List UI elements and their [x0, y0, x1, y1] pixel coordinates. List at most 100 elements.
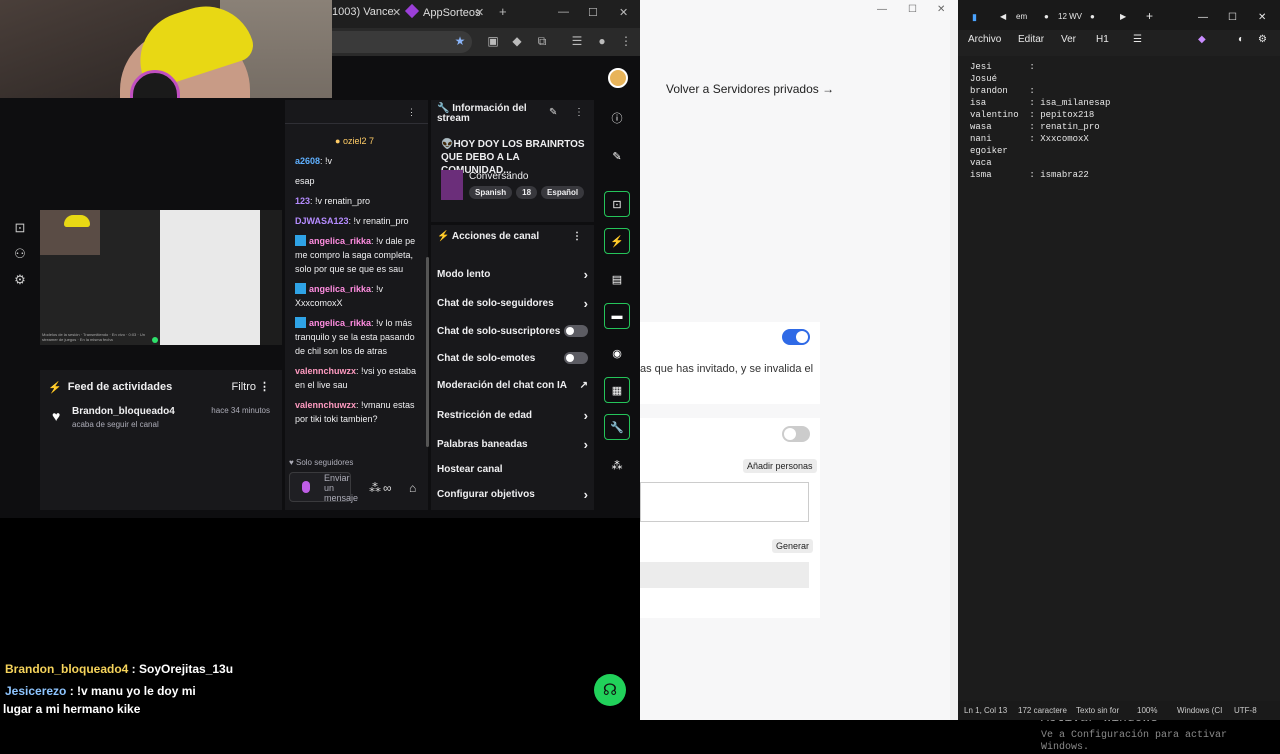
people-field[interactable]	[640, 482, 809, 522]
notes-icon[interactable]: ▤	[604, 266, 630, 292]
back-link[interactable]: Volver a Servidores privados →	[666, 82, 834, 96]
more-options-icon[interactable]: ⋮	[259, 380, 270, 393]
chevron-right-icon[interactable]: ›	[584, 408, 588, 423]
chat-username[interactable]: 123	[295, 196, 310, 206]
notepad-editor[interactable]: Activar Windows Ve a Configuración para …	[958, 56, 1280, 753]
toggle-switch[interactable]	[782, 426, 810, 442]
minimize-button[interactable]: —	[558, 6, 569, 18]
pencil-icon[interactable]: ✎	[604, 143, 630, 169]
infinity-icon[interactable]: ∞	[383, 481, 392, 495]
link-field[interactable]	[640, 562, 809, 588]
close-icon[interactable]: ✕	[475, 6, 484, 19]
filter-button[interactable]: Filtro	[232, 381, 256, 393]
maximize-button[interactable]: ☐	[1228, 12, 1237, 23]
chevron-right-icon[interactable]: ›	[584, 437, 588, 452]
channel-action-row[interactable]: Restricción de edad ›	[437, 406, 588, 424]
channel-action-row[interactable]: Moderación del chat con IA ↗	[437, 376, 588, 394]
copilot-icon[interactable]: ◆	[1198, 34, 1206, 45]
add-people-button[interactable]: Añadir personas	[743, 459, 817, 473]
chat-icon[interactable]: ▬	[604, 303, 630, 329]
channel-action-row[interactable]: Configurar objetivos ›	[437, 485, 588, 503]
scrollbar[interactable]	[426, 257, 429, 447]
encoding[interactable]: UTF-8	[1234, 706, 1257, 715]
media-icon[interactable]: ☰	[570, 34, 584, 48]
more-options-icon[interactable]: ⋮	[574, 107, 584, 118]
headset-icon[interactable]: ☊	[594, 674, 626, 706]
browser-tab-vance[interactable]: 1003) Vance	[332, 6, 394, 18]
chat-username[interactable]: DJWASA123	[295, 216, 349, 226]
tag[interactable]: Spanish	[469, 186, 513, 199]
translate-icon[interactable]: ▣	[486, 34, 500, 48]
scrollbar[interactable]	[950, 20, 958, 720]
gear-icon[interactable]: ⚙	[1258, 34, 1267, 45]
window-close-button[interactable]: ✕	[1258, 12, 1266, 23]
toggle-switch[interactable]	[564, 352, 588, 364]
chevron-right-icon[interactable]: ›	[584, 267, 588, 282]
chat-username[interactable]: valennchuwzx	[295, 400, 356, 410]
tag[interactable]: Español	[541, 186, 585, 199]
screenshot-icon[interactable]: ⊡	[604, 191, 630, 217]
lightning-icon[interactable]: ⚡	[604, 228, 630, 254]
stream-preview[interactable]: Modelos de la sesión · Transmitiendo · E…	[40, 210, 282, 345]
toggle-switch[interactable]	[564, 325, 588, 337]
puzzle-icon[interactable]: ⧉	[535, 34, 549, 48]
notepad-tab[interactable]: em	[1016, 12, 1027, 21]
screenshot-icon[interactable]: ⊡	[12, 220, 28, 236]
arrow-right-icon[interactable]: ▶	[1120, 12, 1126, 21]
avatar[interactable]	[608, 68, 628, 88]
window-close-button[interactable]: ✕	[619, 6, 628, 19]
channel-action-row[interactable]: Chat de solo-suscriptores	[437, 322, 588, 340]
category-thumbnail[interactable]	[441, 170, 463, 200]
new-tab-button[interactable]: +	[1146, 9, 1153, 23]
chevron-right-icon[interactable]: ›	[584, 296, 588, 311]
notepad-tab[interactable]: 12 WV	[1058, 12, 1082, 21]
gear-icon[interactable]: ⚙	[12, 272, 28, 288]
chat-username[interactable]: angelica_rikka	[309, 236, 371, 246]
close-icon[interactable]: ✕	[392, 6, 401, 19]
mic-icon[interactable]	[302, 481, 310, 493]
minimize-button[interactable]: —	[877, 4, 887, 15]
pinned-user[interactable]: ● oziel2 7	[335, 136, 374, 146]
chart-icon[interactable]: ↗	[580, 380, 588, 391]
maximize-button[interactable]: ☐	[908, 4, 917, 15]
menu-icon[interactable]: ⋮	[619, 34, 633, 48]
store-icon[interactable]: ⌂	[409, 481, 416, 495]
broadcast-icon[interactable]: ◉	[604, 340, 630, 366]
heading-dropdown[interactable]: H1	[1096, 34, 1109, 45]
browser-tab-appsorteos[interactable]: AppSorteos	[404, 3, 480, 19]
address-bar[interactable]	[332, 31, 472, 53]
chat-input[interactable]: Enviar un mensaje	[289, 472, 358, 503]
wrench-icon[interactable]: 🔧	[604, 414, 630, 440]
menu-archivo[interactable]: Archivo	[968, 34, 1001, 45]
list-icon[interactable]: ☰	[1133, 34, 1142, 45]
channel-action-row[interactable]: Chat de solo-emotes	[437, 349, 588, 367]
more-options-icon[interactable]: ⋮	[572, 231, 582, 242]
extensions-icon[interactable]: ⁂	[604, 452, 630, 478]
zoom-level[interactable]: 100%	[1137, 706, 1157, 715]
profile-icon[interactable]: ●	[595, 34, 609, 48]
pencil-icon[interactable]: ✎	[549, 107, 557, 118]
menu-editar[interactable]: Editar	[1018, 34, 1044, 45]
channel-action-row[interactable]: Hostear canal	[437, 460, 588, 478]
toggle-switch[interactable]	[782, 329, 810, 345]
bookmark-star-icon[interactable]: ★	[453, 34, 467, 48]
channel-action-row[interactable]: Chat de solo-seguidores ›	[437, 294, 588, 312]
event-user[interactable]: Brandon_bloqueado4	[72, 406, 175, 417]
line-ending[interactable]: Windows (CI	[1177, 706, 1222, 715]
chat-username[interactable]: a2608	[295, 156, 320, 166]
more-options-icon[interactable]: ⋮	[407, 107, 416, 118]
bits-icon[interactable]: ⁂	[369, 481, 381, 495]
tag[interactable]: 18	[516, 186, 538, 199]
window-close-button[interactable]: ✕	[937, 4, 945, 15]
channel-action-row[interactable]: Palabras baneadas ›	[437, 435, 588, 453]
menu-ver[interactable]: Ver	[1061, 34, 1076, 45]
users-icon[interactable]: ⚇	[12, 246, 28, 262]
maximize-button[interactable]: ☐	[588, 6, 598, 19]
arrow-left-icon[interactable]: ◀	[1000, 12, 1006, 21]
layout-icon[interactable]: ▦	[604, 377, 630, 403]
chat-username[interactable]: valennchuwzx	[295, 366, 356, 376]
info-icon[interactable]: ⓘ	[604, 105, 630, 131]
minimize-button[interactable]: —	[1198, 12, 1208, 23]
extension-icon[interactable]: ◆	[510, 34, 524, 48]
stream-category[interactable]: Conversando	[469, 171, 528, 182]
